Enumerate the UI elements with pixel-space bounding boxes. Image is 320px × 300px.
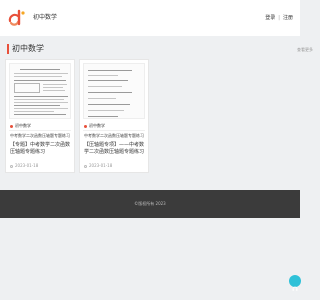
card-title[interactable]: 【压轴题专项】——中考数学二次函数压轴题专题练习	[84, 142, 147, 156]
category-title-marker	[7, 44, 9, 54]
card-subtitle: 中考数学二次函数压轴题专题练习	[84, 133, 144, 138]
card-date: 2023-01-18	[10, 163, 38, 169]
auth-separator: |	[278, 15, 280, 21]
card-tag: 初中数学	[84, 123, 105, 129]
auth-links: 登录 | 注册	[265, 14, 293, 22]
customer-service-button[interactable]	[289, 275, 301, 291]
login-link[interactable]: 登录	[265, 15, 275, 21]
copyright-text: ©版权所有 2023	[134, 201, 166, 206]
brand-logo-icon[interactable]	[7, 8, 27, 28]
view-more-link[interactable]: 查看更多	[297, 47, 313, 53]
card-date-text: 2023-01-18	[89, 163, 113, 168]
card-date: 2023-01-18	[84, 163, 112, 169]
card-divider	[83, 130, 145, 131]
document-thumbnail[interactable]	[83, 63, 145, 119]
article-card[interactable]: 初中数学 中考数学二次函数压轴题专题练习 【压轴题专项】——中考数学二次函数压轴…	[79, 59, 149, 173]
card-title[interactable]: 【专题】中考数学二次函数压轴题专题练习	[10, 142, 73, 156]
card-tag-label: 初中数学	[15, 123, 31, 128]
clock-icon	[10, 164, 13, 168]
card-tag: 初中数学	[10, 123, 31, 129]
category-title: 初中数学	[12, 44, 44, 53]
register-link[interactable]: 注册	[283, 15, 293, 21]
tag-dot-icon	[10, 124, 13, 128]
card-tag-label: 初中数学	[89, 123, 105, 128]
tag-dot-icon	[84, 124, 87, 128]
site-header: 初中数学 登录 | 注册	[0, 0, 300, 36]
document-thumbnail[interactable]	[9, 63, 71, 119]
site-footer: ©版权所有 2023	[0, 190, 300, 218]
site-name[interactable]: 初中数学	[33, 14, 57, 22]
clock-icon	[84, 164, 87, 168]
card-date-text: 2023-01-18	[15, 163, 39, 168]
card-subtitle: 中考数学二次函数压轴题专题练习	[10, 133, 70, 138]
customer-service-icon	[292, 277, 298, 291]
card-divider	[9, 130, 71, 131]
article-card[interactable]: 初中数学 中考数学二次函数压轴题专题练习 【专题】中考数学二次函数压轴题专题练习…	[5, 59, 75, 173]
